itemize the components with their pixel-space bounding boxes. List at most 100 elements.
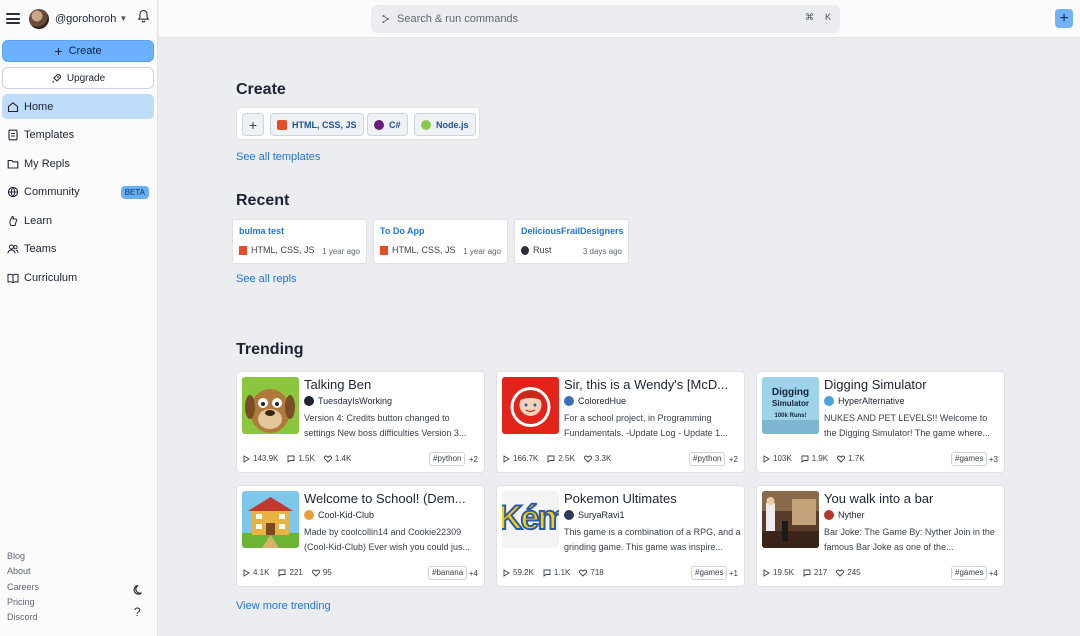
view-more-trending-link[interactable]: View more trending <box>236 600 331 612</box>
play-icon <box>243 568 250 577</box>
trending-card[interactable]: Kém Pokemon Ultimates SuryaRavi1 This ga… <box>496 485 745 587</box>
create-button[interactable]: + Create <box>2 40 154 62</box>
repl-timestamp: 1 year ago <box>463 247 501 256</box>
folder-icon <box>7 159 19 169</box>
template-chip-html[interactable]: HTML, CSS, JS <box>270 113 364 136</box>
help-icon[interactable]: ? <box>134 605 141 619</box>
repl-author[interactable]: Nyther <box>824 510 865 520</box>
sidebar-item-curriculum[interactable]: Curriculum <box>2 266 154 291</box>
book-icon <box>7 273 19 284</box>
trending-heading: Trending <box>236 341 304 358</box>
template-chip-csharp[interactable]: C# <box>367 113 408 136</box>
command-icon <box>382 15 389 23</box>
plus-icon: + <box>54 43 63 59</box>
likes-count: 718 <box>590 568 604 577</box>
repl-author[interactable]: Cool-Kid-Club <box>304 510 374 520</box>
discord-link[interactable]: Discord <box>7 610 39 625</box>
tag-badge[interactable]: #python <box>429 452 466 466</box>
sidebar-item-community[interactable]: Community BETA <box>2 180 154 205</box>
search-input[interactable]: Search & run commands ⌘ K <box>371 5 840 33</box>
see-all-templates-link[interactable]: See all templates <box>236 151 320 163</box>
likes-count: 95 <box>322 568 332 577</box>
repl-language-label: Rust <box>533 245 552 255</box>
runs-count: 103K <box>773 454 792 463</box>
new-repl-button[interactable]: + <box>1055 9 1073 28</box>
careers-link[interactable]: Careers <box>7 580 39 595</box>
blog-link[interactable]: Blog <box>7 549 39 564</box>
bell-icon[interactable] <box>137 9 150 28</box>
chevron-down-icon[interactable]: ▼ <box>119 14 127 23</box>
user-avatar-icon <box>564 510 574 520</box>
likes-stat[interactable]: 245 <box>836 568 861 577</box>
trending-card[interactable]: Welcome to School! (Dem... Cool-Kid-Club… <box>236 485 485 587</box>
trending-card[interactable]: You walk into a bar Nyther Bar Joke: The… <box>756 485 1005 587</box>
comment-icon <box>279 569 286 577</box>
repl-author[interactable]: SuryaRavi1 <box>564 510 625 520</box>
add-template-button[interactable]: + <box>242 113 264 136</box>
teams-icon <box>7 244 19 255</box>
comments-count: 2.5K <box>558 454 575 463</box>
tag-badge[interactable]: #banana <box>428 566 468 580</box>
comment-icon <box>801 455 809 463</box>
comments-stat: 217 <box>803 568 827 577</box>
repl-stats: 59.2K 1.1K 718 <box>503 568 613 577</box>
menu-icon[interactable] <box>6 13 20 24</box>
repl-description: NUKES AND PET LEVELS!! Welcome to the Di… <box>824 413 990 438</box>
tag-badge[interactable]: #python <box>689 452 726 466</box>
repl-stats: 4.1K 221 95 <box>243 568 341 577</box>
repl-description: This game is a combination of a RPG, and… <box>564 527 741 552</box>
repl-author[interactable]: TuesdayIsWorking <box>304 396 392 406</box>
likes-stat[interactable]: 1.7K <box>837 454 865 463</box>
trending-card[interactable]: Digging Simulator 100k Runs! Digging Sim… <box>756 371 1005 473</box>
sidebar-item-label: Community <box>24 186 80 199</box>
tag-badge[interactable]: #games <box>951 452 988 466</box>
recent-heading: Recent <box>236 192 290 209</box>
more-tags-count: +1 <box>728 569 738 578</box>
sidebar-item-learn[interactable]: Learn <box>2 208 154 233</box>
sidebar-item-home[interactable]: Home <box>2 94 154 119</box>
author-name: HyperAlternative <box>838 396 905 406</box>
sidebar-item-my-repls[interactable]: My Repls <box>2 151 154 176</box>
see-all-repls-link[interactable]: See all repls <box>236 273 297 285</box>
likes-stat[interactable]: 95 <box>311 568 332 577</box>
tag-badge[interactable]: #games <box>951 566 988 580</box>
comments-stat: 221 <box>278 568 303 577</box>
sidebar: @gorohoroh ▼ + Create Upgrade Home Templ… <box>0 0 158 636</box>
repl-author[interactable]: HyperAlternative <box>824 396 905 406</box>
repl-author[interactable]: ColoredHue <box>564 396 626 406</box>
sidebar-item-teams[interactable]: Teams <box>2 237 154 262</box>
heart-icon <box>579 569 588 577</box>
sidebar-item-label: Curriculum <box>24 272 78 285</box>
avatar[interactable] <box>29 8 49 29</box>
repl-title: Welcome to School! (Dem... <box>304 491 466 506</box>
tag-badge[interactable]: #games <box>691 566 728 580</box>
likes-count: 1.7K <box>848 454 865 463</box>
recent-repl-card[interactable]: DeliciousFrailDesigners Rust 3 days ago <box>514 219 629 264</box>
runs-count: 143.9K <box>253 454 279 463</box>
likes-stat[interactable]: 718 <box>579 568 604 577</box>
likes-stat[interactable]: 1.4K <box>323 454 351 463</box>
about-link[interactable]: About <box>7 564 39 579</box>
repl-description: Bar Joke: The Game By: Nyther Join in th… <box>824 527 995 552</box>
recent-repl-card[interactable]: bulma test HTML, CSS, JS 1 year ago <box>232 219 367 264</box>
upgrade-button[interactable]: Upgrade <box>2 67 154 89</box>
repl-language-label: HTML, CSS, JS <box>251 245 315 255</box>
trending-card[interactable]: Sir, this is a Wendy's [McD... ColoredHu… <box>496 371 745 473</box>
moon-icon[interactable] <box>133 583 145 601</box>
top-bar: Search & run commands ⌘ K + <box>159 0 1080 38</box>
sidebar-item-templates[interactable]: Templates <box>2 123 154 148</box>
template-chip-nodejs[interactable]: Node.js <box>414 113 476 136</box>
username[interactable]: @gorohoroh <box>55 13 116 25</box>
nodejs-icon <box>421 119 431 130</box>
comments-count: 217 <box>813 568 828 577</box>
comments-stat: 1.1K <box>543 568 570 577</box>
repl-title: Talking Ben <box>304 377 372 392</box>
pricing-link[interactable]: Pricing <box>7 595 39 610</box>
user-avatar-icon <box>824 510 834 520</box>
likes-stat[interactable]: 3.3K <box>583 454 611 463</box>
thumbnail-text: 100k Runs! <box>774 413 807 419</box>
runs-stat: 4.1K <box>243 568 269 577</box>
recent-repl-card[interactable]: To Do App HTML, CSS, JS 1 year ago <box>373 219 508 264</box>
runs-stat: 143.9K <box>243 454 278 463</box>
trending-card[interactable]: Talking Ben TuesdayIsWorking Version 4: … <box>236 371 485 473</box>
